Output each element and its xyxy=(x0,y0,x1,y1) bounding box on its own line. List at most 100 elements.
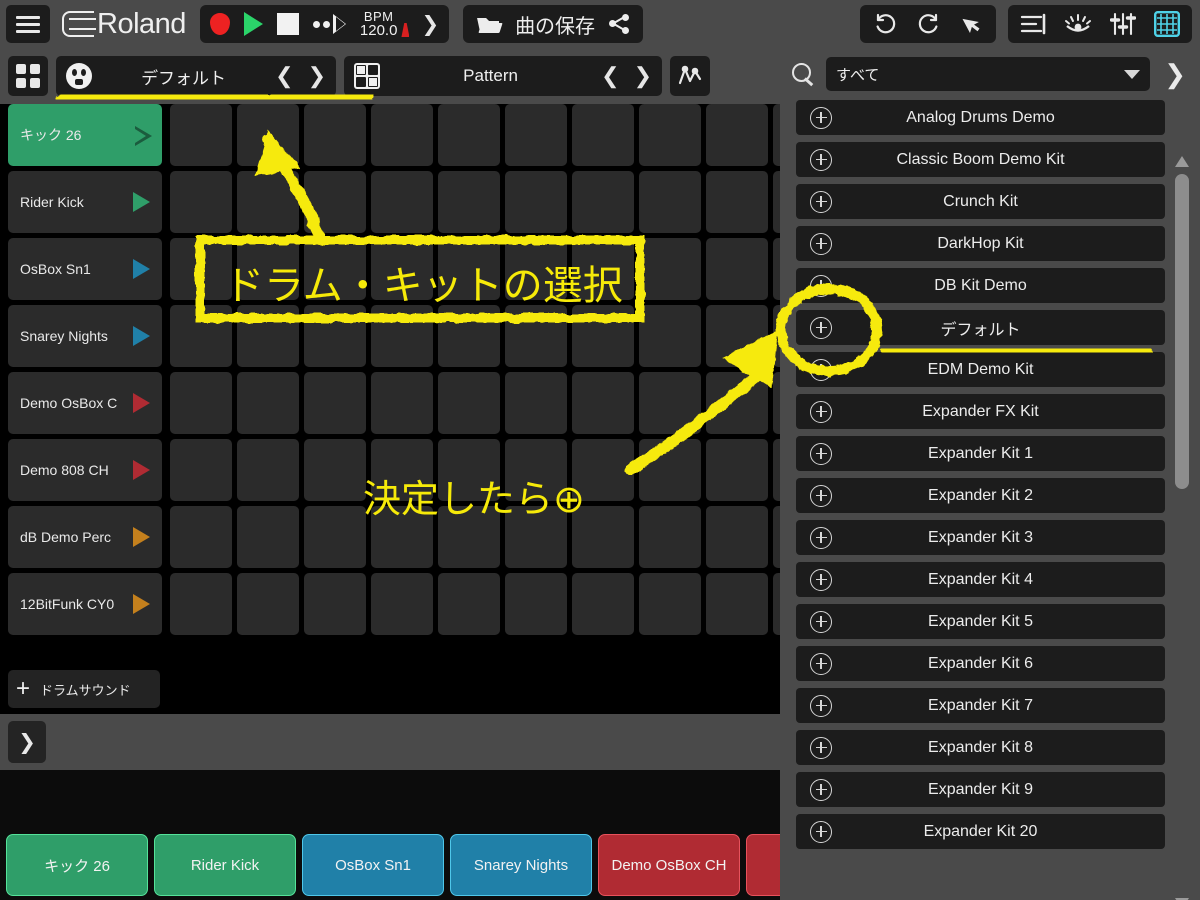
step-cell[interactable] xyxy=(371,305,433,367)
step-cell[interactable] xyxy=(170,104,232,166)
undo-icon[interactable] xyxy=(872,11,898,37)
metronome-icon[interactable] xyxy=(401,23,410,37)
step-cell[interactable] xyxy=(170,305,232,367)
step-cell[interactable] xyxy=(706,506,768,568)
kit-list-item[interactable]: DB Kit Demo xyxy=(796,268,1165,303)
kit-list-item[interactable]: DarkHop Kit xyxy=(796,226,1165,261)
track-preview-play-icon[interactable] xyxy=(133,259,150,279)
track-preview-play-icon[interactable] xyxy=(133,594,150,614)
step-cell[interactable] xyxy=(170,573,232,635)
step-cell[interactable] xyxy=(639,372,701,434)
drum-pad[interactable]: Rider Kick xyxy=(154,834,296,896)
step-cell[interactable] xyxy=(371,372,433,434)
step-cell[interactable] xyxy=(639,305,701,367)
step-cell[interactable] xyxy=(170,506,232,568)
step-cell[interactable] xyxy=(706,573,768,635)
kit-list-item[interactable]: Crunch Kit xyxy=(796,184,1165,219)
kit-list-item[interactable]: Expander Kit 6 xyxy=(796,646,1165,681)
step-cell[interactable] xyxy=(773,573,780,635)
step-cell[interactable] xyxy=(237,104,299,166)
step-cell[interactable] xyxy=(304,506,366,568)
kit-list-item[interactable]: Classic Boom Demo Kit xyxy=(796,142,1165,177)
track-row[interactable]: Demo 808 CH xyxy=(8,439,162,501)
align-right-icon[interactable] xyxy=(1020,13,1046,35)
kit-list-item[interactable]: Expander Kit 9 xyxy=(796,772,1165,807)
track-row[interactable]: dB Demo Perc xyxy=(8,506,162,568)
step-cell[interactable] xyxy=(237,372,299,434)
drum-pad[interactable]: D xyxy=(746,834,780,896)
step-cell[interactable] xyxy=(237,171,299,233)
step-cell[interactable] xyxy=(304,104,366,166)
step-cell[interactable] xyxy=(304,573,366,635)
step-cell[interactable] xyxy=(304,439,366,501)
step-cell[interactable] xyxy=(237,573,299,635)
kit-list-item[interactable]: Expander Kit 7 xyxy=(796,688,1165,723)
kit-list-item[interactable]: Expander Kit 20 xyxy=(796,814,1165,849)
bpm-display[interactable]: BPM 120.0 xyxy=(360,10,410,38)
step-cell[interactable] xyxy=(505,573,567,635)
step-cell[interactable] xyxy=(773,506,780,568)
step-cell[interactable] xyxy=(438,372,500,434)
kit-list-scrollbar[interactable] xyxy=(1174,108,1190,900)
step-cell[interactable] xyxy=(773,104,780,166)
search-icon[interactable] xyxy=(790,61,816,87)
step-cell[interactable] xyxy=(371,104,433,166)
eye-icon[interactable] xyxy=(1064,13,1092,35)
stop-button[interactable] xyxy=(276,13,299,35)
record-button[interactable] xyxy=(209,13,230,35)
scroll-up-arrow[interactable] xyxy=(1175,156,1189,167)
step-cell[interactable] xyxy=(237,506,299,568)
kit-list-item[interactable]: Expander Kit 1 xyxy=(796,436,1165,471)
track-row[interactable]: 12BitFunk CY0 xyxy=(8,573,162,635)
step-cell[interactable] xyxy=(505,372,567,434)
track-row[interactable]: キック 26 xyxy=(8,104,162,166)
step-cell[interactable] xyxy=(639,439,701,501)
mixer-faders-icon[interactable] xyxy=(1110,12,1136,36)
step-cell[interactable] xyxy=(706,238,768,300)
track-preview-play-icon[interactable] xyxy=(133,326,150,346)
pointer-icon[interactable] xyxy=(960,12,984,36)
track-preview-play-icon[interactable] xyxy=(133,527,150,547)
kit-list[interactable]: Analog Drums Demo Classic Boom Demo Kit Cr… xyxy=(780,100,1200,900)
step-cell[interactable] xyxy=(438,171,500,233)
step-cell[interactable] xyxy=(773,439,780,501)
step-cell[interactable] xyxy=(639,573,701,635)
add-drum-sound-button[interactable]: + ドラムサウンド xyxy=(8,670,160,708)
grid-4-icon[interactable] xyxy=(8,56,48,96)
step-cell[interactable] xyxy=(572,171,634,233)
step-cell[interactable] xyxy=(706,104,768,166)
kit-list-item[interactable]: EDM Demo Kit xyxy=(796,352,1165,387)
step-cell[interactable] xyxy=(773,238,780,300)
step-cell[interactable] xyxy=(304,305,366,367)
kit-list-item[interactable]: Expander Kit 3 xyxy=(796,520,1165,555)
track-preview-play-icon[interactable] xyxy=(133,460,150,480)
step-cell[interactable] xyxy=(639,238,701,300)
pattern-next-button[interactable]: ❯ xyxy=(634,65,652,87)
browser-next-button[interactable]: ❯ xyxy=(1160,61,1190,87)
drum-pad[interactable]: Demo OsBox CH xyxy=(598,834,740,896)
kit-list-item[interactable]: Analog Drums Demo xyxy=(796,100,1165,135)
step-cell[interactable] xyxy=(170,439,232,501)
kit-next-button[interactable]: ❯ xyxy=(308,65,326,87)
hamburger-icon[interactable] xyxy=(6,5,50,43)
drum-pad[interactable]: OsBox Sn1 xyxy=(302,834,444,896)
step-cell[interactable] xyxy=(505,104,567,166)
track-row[interactable]: Demo OsBox C xyxy=(8,372,162,434)
step-cell[interactable] xyxy=(438,305,500,367)
redo-icon[interactable] xyxy=(916,11,942,37)
scrollbar-thumb[interactable] xyxy=(1175,174,1189,489)
kit-list-item[interactable]: Expander FX Kit xyxy=(796,394,1165,429)
drum-pad[interactable]: Snarey Nights xyxy=(450,834,592,896)
pattern-prev-button[interactable]: ❮ xyxy=(601,65,619,87)
kit-prev-button[interactable]: ❮ xyxy=(275,65,293,87)
track-row[interactable]: OsBox Sn1 xyxy=(8,238,162,300)
step-cell[interactable] xyxy=(438,104,500,166)
kit-list-item[interactable]: Expander Kit 8 xyxy=(796,730,1165,765)
play-button[interactable] xyxy=(243,12,263,36)
step-cell[interactable] xyxy=(706,171,768,233)
step-cell[interactable] xyxy=(505,305,567,367)
step-cell[interactable] xyxy=(639,171,701,233)
track-preview-play-icon[interactable] xyxy=(133,393,150,413)
step-cell[interactable] xyxy=(170,171,232,233)
step-sequencer-grid[interactable] xyxy=(170,104,780,670)
